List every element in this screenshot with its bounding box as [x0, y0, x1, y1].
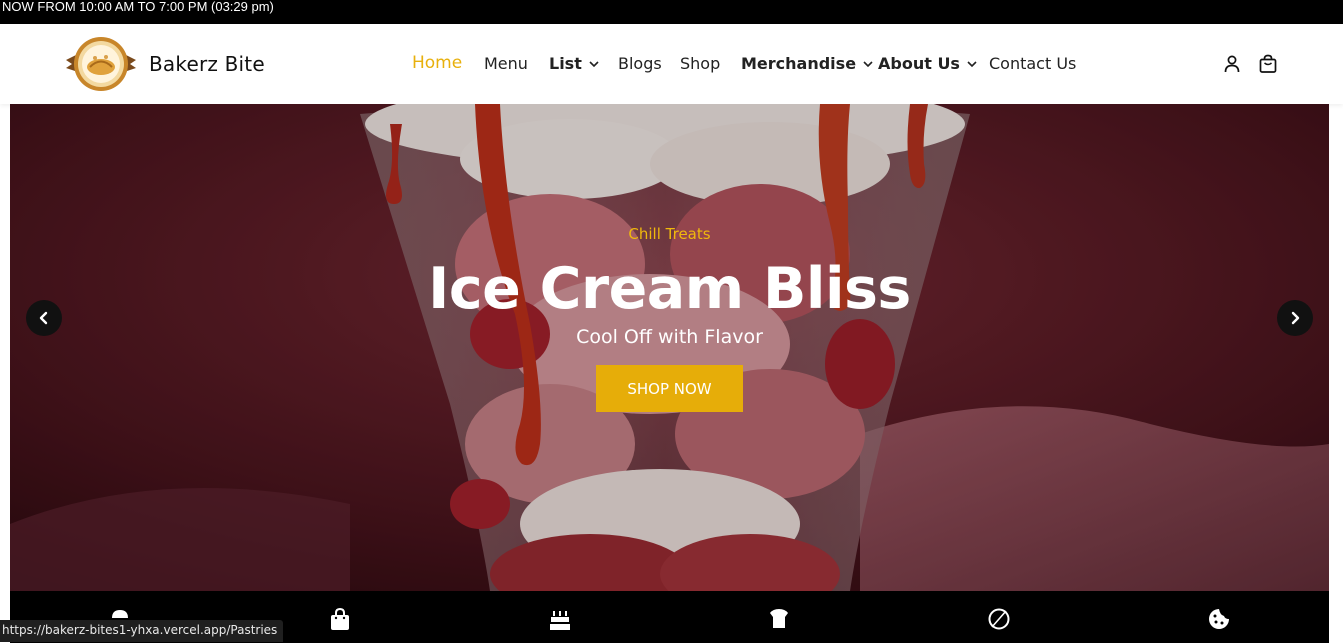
slider-next-button[interactable]	[1277, 300, 1313, 336]
main-navbar: Bakerz Bite Home Menu List Blogs Shop Me…	[0, 24, 1343, 104]
nav-list-label: List	[549, 54, 582, 73]
shopping-bag-icon[interactable]	[328, 607, 352, 631]
opening-hours-bar: NOW FROM 10:00 AM TO 7:00 PM (03:29 pm)	[0, 0, 1343, 24]
chevron-down-icon	[863, 60, 873, 67]
nav-contact-us-label: Contact Us	[989, 54, 1077, 73]
compass-icon[interactable]	[987, 607, 1011, 631]
slider-prev-button[interactable]	[26, 300, 62, 336]
chevron-down-icon	[967, 60, 977, 67]
chevron-right-icon	[1291, 311, 1300, 325]
nav-shop[interactable]: Shop	[680, 54, 720, 73]
brand-name: Bakerz Bite	[149, 52, 265, 76]
nav-menu[interactable]: Menu	[484, 54, 528, 73]
chef-hat-icon[interactable]	[767, 607, 791, 631]
nav-menu-label: Menu	[484, 54, 528, 73]
chevron-down-icon	[589, 60, 599, 67]
hero-eyebrow: Chill Treats	[628, 225, 711, 243]
cookie-icon[interactable]	[1207, 607, 1231, 631]
nav-about-us[interactable]: About Us	[878, 54, 978, 73]
status-bar-url: https://bakerz-bites1-yhxa.vercel.app/Pa…	[0, 620, 284, 642]
nav-contact-us[interactable]: Contact Us	[989, 54, 1076, 73]
chevron-left-icon	[39, 311, 48, 325]
nav-list[interactable]: List	[549, 54, 600, 73]
opening-hours-text: NOW FROM 10:00 AM TO 7:00 PM (03:29 pm)	[2, 0, 274, 14]
hero-title: Ice Cream Bliss	[428, 256, 911, 322]
nav-home-label: Home	[412, 53, 463, 73]
nav-blogs-label: Blogs	[618, 54, 662, 73]
nav-blogs[interactable]: Blogs	[618, 54, 662, 73]
user-icon[interactable]	[1222, 54, 1242, 74]
nav-merchandise[interactable]: Merchandise	[741, 54, 874, 73]
shop-now-button[interactable]: SHOP NOW	[596, 365, 743, 412]
bakery-logo-icon	[64, 36, 138, 92]
nav-shop-label: Shop	[680, 54, 721, 73]
nav-about-us-label: About Us	[878, 54, 960, 73]
nav-home[interactable]: Home	[412, 53, 462, 73]
nav-merchandise-label: Merchandise	[741, 54, 857, 73]
hero-slider: Chill Treats Ice Cream Bliss Cool Off wi…	[10, 104, 1329, 591]
shopping-bag-icon[interactable]	[1258, 54, 1278, 74]
hero-subtitle: Cool Off with Flavor	[576, 326, 763, 348]
birthday-cake-icon[interactable]	[548, 607, 572, 631]
brand[interactable]: Bakerz Bite	[64, 36, 265, 92]
